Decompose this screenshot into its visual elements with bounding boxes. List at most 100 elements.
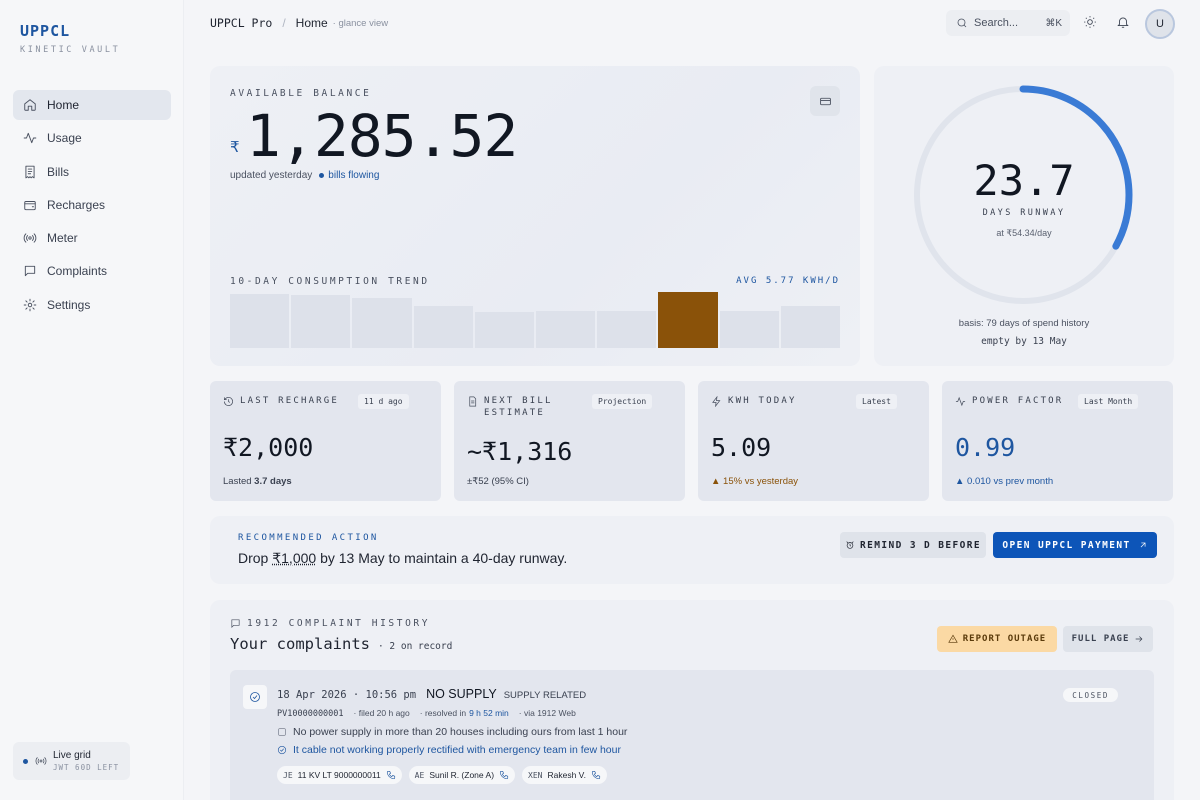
stat-header: LAST RECHARGE [223, 395, 339, 407]
stat-header: POWER FACTOR [955, 395, 1063, 407]
sidebar-item-meter[interactable]: Meter [13, 223, 171, 253]
contact-name: 11 KV LT 9000000011 [297, 770, 381, 780]
balance-currency: ₹ [230, 139, 240, 156]
stat-value: 0.99 [955, 433, 1016, 462]
stat-card-next-bill[interactable]: NEXT BILL ESTIMATE Projection ~₹1,316 ±₹… [454, 381, 685, 501]
brand: UPPCL KINETIC VAULT [20, 22, 120, 55]
balance-status-text: bills flowing [328, 170, 380, 181]
balance-label: AVAILABLE BALANCE [230, 88, 372, 99]
sidebar-item-settings[interactable]: Settings [13, 290, 171, 320]
runway-value: 23.7 [973, 156, 1075, 205]
sidebar: UPPCL KINETIC VAULT Home Usage Bills Rec… [0, 0, 184, 800]
sun-icon [1084, 16, 1096, 28]
sidebar-item-bills[interactable]: Bills [13, 157, 171, 187]
balance-value: 1,285.52 [246, 102, 518, 170]
complaint-resolution-text: It cable not working properly rectified … [293, 744, 621, 756]
contact-chip-xen[interactable]: XEN Rakesh V. [522, 766, 607, 784]
recommendation-card: RECOMMENDED ACTION Drop ₹1,000 by 13 May… [210, 516, 1174, 584]
live-grid-title: Live grid [53, 750, 91, 761]
stat-card-power-factor[interactable]: POWER FACTOR Last Month 0.99 ▲ 0.010 vs … [942, 381, 1173, 501]
contact-role: JE [283, 770, 293, 780]
stat-foot-text: Lasted [223, 476, 255, 487]
stat-value: ₹2,000 [223, 433, 314, 462]
arrow-up-right-icon [1140, 542, 1145, 548]
chart-bar [719, 311, 779, 348]
chart-bar [352, 298, 412, 348]
recommendation-text: Drop ₹1,000 by 13 May to maintain a 40-d… [238, 550, 567, 567]
trend-average: AVG 5.77 KWH/D [736, 276, 840, 286]
full-page-button[interactable]: FULL PAGE [1063, 626, 1153, 652]
sidebar-item-home[interactable]: Home [13, 90, 171, 120]
contact-chip-je[interactable]: JE 11 KV LT 9000000011 [277, 766, 402, 784]
sidebar-item-recharges[interactable]: Recharges [13, 190, 171, 220]
status-badge: CLOSED [1063, 688, 1118, 702]
activity-icon [23, 133, 37, 144]
complaint-resolved-label: · resolved in [419, 708, 467, 718]
brand-name: UPPCL [20, 22, 71, 40]
stat-badge: Projection [592, 394, 653, 409]
chart-bar [597, 311, 657, 348]
history-icon [224, 397, 233, 406]
recommendation-amount: ₹1,000 [272, 550, 317, 566]
contact-chip-ae[interactable]: AE Sunil R. (Zone A) [408, 766, 516, 784]
complaints-title: Your complaints · 2 on record [230, 635, 452, 653]
receipt-icon [25, 165, 35, 178]
full-page-label: FULL PAGE [1071, 634, 1130, 644]
report-outage-button[interactable]: REPORT OUTAGE [937, 626, 1057, 652]
stat-title: NEXT BILL ESTIMATE [484, 396, 553, 418]
breadcrumb-app[interactable]: UPPCL Pro [210, 16, 272, 30]
live-grid-sub: JWT 60D LEFT [53, 763, 120, 772]
gear-icon [23, 298, 37, 312]
complaint-channel: · via 1912 Web [518, 708, 576, 718]
runway-empty-date: empty by 13 May [981, 336, 1067, 347]
stat-title: KWH TODAY [728, 396, 797, 406]
chart-bar [413, 306, 473, 348]
open-payment-button[interactable]: OPEN UPPCL PAYMENT [993, 532, 1157, 558]
complaint-item[interactable]: 18 Apr 2026 · 10:56 pm NO SUPPLY SUPPLY … [230, 670, 1154, 800]
stat-badge: 11 d ago [358, 394, 409, 409]
payment-label: OPEN UPPCL PAYMENT [1002, 539, 1131, 551]
stat-badge: Latest [856, 394, 897, 409]
notifications-button[interactable] [1116, 15, 1132, 31]
remind-button[interactable]: REMIND 3 D BEFORE [840, 532, 986, 558]
complaint-resolved-duration: 9 h 52 min [469, 708, 509, 718]
balance-updated: updated yesterday [230, 170, 313, 181]
card-button[interactable] [810, 86, 840, 116]
phone-icon [499, 770, 509, 780]
chart-bar [536, 311, 596, 348]
check-circle-icon [243, 685, 267, 709]
bolt-icon [712, 396, 721, 407]
contact-chips: JE 11 KV LT 9000000011 AE Sunil R. (Zone… [277, 766, 614, 784]
stat-title: POWER FACTOR [972, 396, 1064, 406]
sidebar-item-label: Recharges [47, 197, 106, 212]
avatar[interactable]: U [1145, 9, 1175, 39]
search-input[interactable]: Search... ⌘K [946, 10, 1070, 36]
chart-bar [658, 292, 718, 348]
sidebar-item-usage[interactable]: Usage [13, 123, 171, 153]
complaint-resolution: It cable not working properly rectified … [277, 744, 621, 756]
live-grid-status[interactable]: Live grid JWT 60D LEFT [13, 742, 130, 780]
status-dot [23, 758, 28, 764]
sidebar-nav: Home Usage Bills Recharges Meter Complai… [13, 90, 171, 323]
contact-name: Rakesh V. [547, 770, 586, 780]
sidebar-item-complaints[interactable]: Complaints [13, 256, 171, 286]
contact-name: Sunil R. (Zone A) [429, 770, 495, 780]
sidebar-item-label: Usage [47, 131, 82, 146]
trend-label: 10-DAY CONSUMPTION TREND [230, 276, 430, 287]
chart-bar [780, 306, 840, 348]
sidebar-item-label: Home [47, 98, 80, 112]
broadcast-icon [35, 757, 47, 765]
stat-card-last-recharge[interactable]: LAST RECHARGE 11 d ago ₹2,000 Lasted 3.7… [210, 381, 441, 501]
sidebar-item-label: Meter [47, 231, 78, 246]
balance-meta: updated yesterday bills flowing [230, 170, 379, 181]
brand-tagline: KINETIC VAULT [20, 45, 121, 55]
status-dot [319, 173, 325, 178]
stat-card-kwh-today[interactable]: KWH TODAY Latest 5.09 ▲ 15% vs yesterday [698, 381, 929, 501]
theme-toggle-button[interactable] [1083, 15, 1099, 31]
phone-icon [591, 770, 600, 780]
alarm-icon [846, 541, 854, 549]
search-shortcut: ⌘K [1045, 17, 1062, 29]
stat-value: ~₹1,316 [467, 437, 573, 466]
complaint-type: NO SUPPLY [426, 687, 497, 701]
search-placeholder: Search... [974, 17, 1019, 29]
